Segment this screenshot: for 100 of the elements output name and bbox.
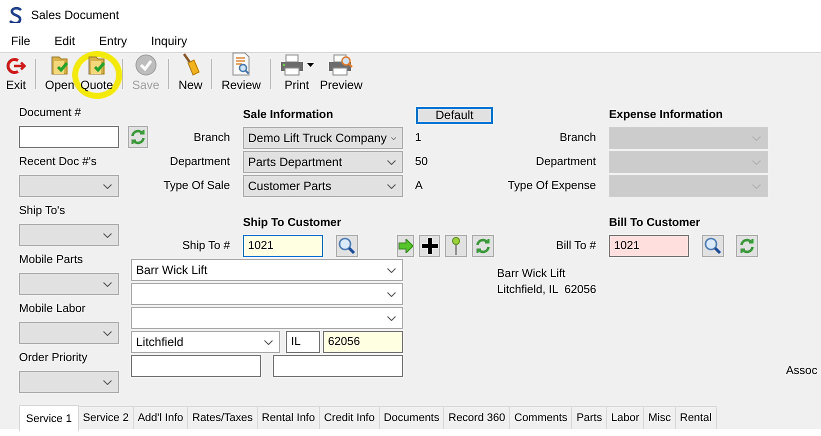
chevron-icon [103,380,112,384]
search-button[interactable] [702,235,724,257]
chevron-icon [103,282,112,286]
tab[interactable]: Parts [572,406,608,429]
tab[interactable]: Add'l Info [134,406,188,429]
input-field[interactable] [131,355,261,377]
tab[interactable]: Record 360 [444,406,510,429]
toolbar-button[interactable]: New [175,53,206,97]
code-text: 50 [414,156,429,168]
chevron-icon [387,184,396,188]
search-icon [338,237,356,255]
code-text: 1 [414,132,422,144]
section-heading: Expense Information [609,109,724,121]
tab[interactable]: Labor [607,406,644,429]
menu-item[interactable]: Edit [47,34,82,48]
field-label: Mobile Labor [19,302,86,316]
menu-item[interactable]: File [4,34,38,48]
field-label: Ship To # [182,240,231,252]
field-label: Assoc [785,365,818,377]
field-label: Order Priority [19,350,88,366]
pin-button[interactable] [445,235,467,257]
input-field[interactable]: 1021 [609,235,689,257]
chevron-icon [387,160,396,164]
tab[interactable]: Rental [676,406,717,429]
section-heading: Sale Information [243,109,334,121]
chevron-icon [103,184,112,188]
tab[interactable]: Documents [380,406,444,429]
refresh-button[interactable] [736,235,758,257]
refresh-button[interactable] [472,235,494,257]
input-field[interactable]: 1021 [243,235,323,257]
dropdown[interactable] [19,371,119,393]
dropdown[interactable] [19,273,119,295]
code-text: A [414,180,424,192]
caret-icon [306,63,314,67]
dropdown[interactable] [19,322,119,344]
toolbar-button[interactable]: Preview [316,53,366,97]
field-label: Ship To's [19,204,66,218]
field-label: Bill To # [556,240,597,252]
default-button[interactable]: Default [416,106,493,124]
tab[interactable]: Comments [510,406,572,429]
field-label: Type Of Expense [508,180,597,192]
field-label: Branch [560,132,597,144]
toolbar-button[interactable]: Quote [77,53,116,97]
plus-icon [422,238,438,254]
input-field[interactable]: IL [286,331,320,353]
field-label: Branch [194,132,231,144]
chevron-icon [103,232,112,238]
dropdown[interactable]: Litchfield [131,331,280,353]
input-field[interactable] [273,355,403,377]
refresh-icon [739,238,755,254]
dropdown[interactable]: Barr Wick Lift [131,259,403,281]
section-heading: Ship To Customer [243,217,342,231]
chevron-icon [390,136,396,140]
add-button[interactable] [419,235,440,257]
input-field[interactable] [19,126,119,148]
tab[interactable]: Misc [644,406,676,429]
toolbar-button[interactable]: Exit [3,53,30,97]
dropdown[interactable]: Customer Parts [243,175,403,197]
field-label: Department [170,156,231,168]
refresh-icon [130,129,146,145]
menu-item[interactable]: Entry [92,34,134,48]
menu-item[interactable]: Inquiry [144,34,194,48]
toolbar-button[interactable]: Review [218,53,264,97]
chevron-icon [752,184,761,188]
tab[interactable]: Service 2 [78,406,134,429]
chevron-icon [387,268,396,272]
search-icon [704,237,722,255]
chevron-icon [103,330,112,336]
dropdown[interactable]: Demo Lift Truck Company [243,127,403,149]
search-button[interactable] [336,235,358,257]
tab[interactable]: Service 1 [19,405,79,431]
dropdown[interactable] [131,283,403,305]
logo-icon [9,7,23,23]
toolbar-button[interactable]: Print [276,53,317,97]
dropdown[interactable] [131,307,403,329]
dropdown[interactable] [19,175,119,197]
chevron-icon [387,292,396,296]
toolbar-button[interactable]: Open [42,53,78,97]
address-summary: Barr Wick Lift Litchfield, IL 62056 [497,267,598,298]
field-label: Mobile Parts [19,252,84,268]
refresh-button[interactable] [128,126,148,148]
field-label: Recent Doc #'s [19,154,98,170]
forward-button[interactable] [397,235,414,257]
window-title: Sales Document [31,8,120,22]
folder-icon [86,54,107,76]
arrow-icon [398,239,413,253]
dropdown[interactable]: Parts Department [243,151,403,173]
pin-icon [452,237,460,255]
tab[interactable]: Rental Info [258,406,320,429]
field-label: Document # [19,106,82,120]
broom-icon [180,52,200,76]
chevron-icon [752,136,761,140]
chevron-icon [264,340,273,344]
field-label: Type Of Sale [164,180,231,192]
dropdown[interactable] [19,224,119,246]
exit-icon [6,56,26,74]
input-field[interactable]: 62056 [323,331,403,353]
section-heading: Bill To Customer [609,217,702,231]
tab[interactable]: Credit Info [320,406,380,429]
tab[interactable]: Rates/Taxes [188,406,258,429]
